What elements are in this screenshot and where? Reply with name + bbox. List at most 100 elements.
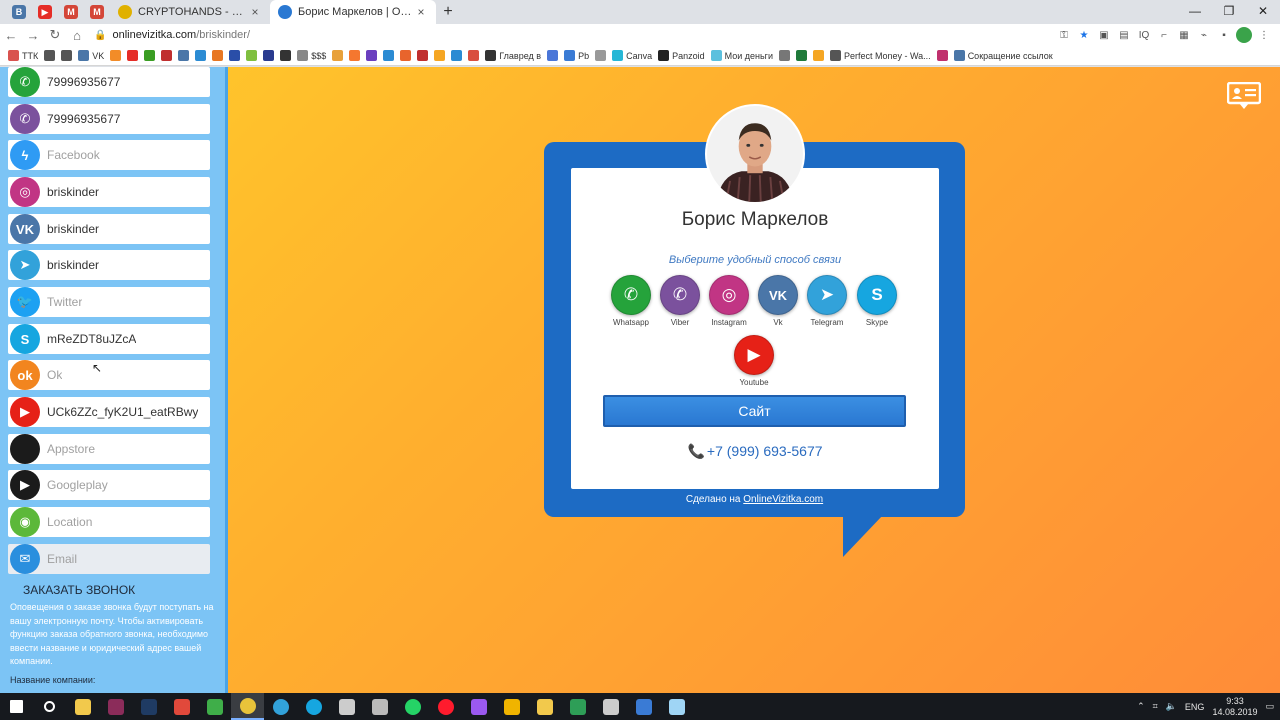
new-tab-button[interactable]: + <box>436 0 460 24</box>
pinned-tab[interactable]: ▶ <box>32 0 58 24</box>
taskbar-app[interactable] <box>165 693 198 720</box>
social-button-instagram[interactable]: ◎ Instagram <box>704 275 754 327</box>
bookmark-item[interactable] <box>280 50 292 61</box>
back-button[interactable]: ← <box>0 24 22 46</box>
bookmark-item[interactable] <box>178 50 190 61</box>
order-call-title[interactable]: ЗАКАЗАТЬ ЗВОНОК <box>23 583 135 597</box>
extension-icon[interactable]: ▣ <box>1096 27 1112 43</box>
bookmark-item[interactable] <box>110 50 122 61</box>
bookmark-item[interactable]: VK <box>78 50 104 61</box>
bookmark-item[interactable] <box>778 50 790 61</box>
bookmark-item[interactable] <box>468 50 480 61</box>
bookmark-item[interactable] <box>246 50 258 61</box>
bookmark-item[interactable] <box>144 50 156 61</box>
chat-icon[interactable] <box>1227 82 1261 110</box>
taskbar-app[interactable] <box>0 693 33 720</box>
bookmark-item[interactable] <box>383 50 395 61</box>
extension-icon[interactable]: ▤ <box>1116 27 1132 43</box>
contact-field-messenger[interactable]: ϟ Facebook <box>8 140 210 170</box>
bookmark-item[interactable] <box>595 50 607 61</box>
bookmark-item[interactable] <box>263 50 275 61</box>
minimize-button[interactable]: — <box>1178 0 1212 22</box>
bookmark-item[interactable]: Pb <box>564 50 589 61</box>
bookmark-item[interactable]: Panzoid <box>658 50 705 61</box>
bookmark-item[interactable] <box>366 50 378 61</box>
bookmark-item[interactable]: Главред в <box>485 50 541 61</box>
taskbar-app[interactable] <box>528 693 561 720</box>
bookmark-item[interactable] <box>400 50 412 61</box>
bookmark-item[interactable] <box>332 50 344 61</box>
taskbar-app[interactable] <box>66 693 99 720</box>
bookmark-item[interactable] <box>417 50 429 61</box>
pinned-tab[interactable]: M <box>84 0 110 24</box>
bookmark-item[interactable]: ТТК <box>8 50 38 61</box>
taskbar-app[interactable] <box>594 693 627 720</box>
taskbar-app[interactable] <box>561 693 594 720</box>
bookmark-item[interactable]: Canva <box>612 50 652 61</box>
forward-button[interactable]: → <box>22 24 44 46</box>
social-button-viber[interactable]: ✆ Viber <box>655 275 705 327</box>
address-bar[interactable]: 🔒 onlinevizitka.com/briskinder/ <box>88 25 1056 45</box>
contact-field-googleplay[interactable]: ▶ Googleplay <box>8 470 210 500</box>
contact-field-instagram[interactable]: ◎ briskinder <box>8 177 210 207</box>
bookmark-star-icon[interactable]: ★ <box>1076 27 1092 43</box>
pinned-tab[interactable]: В <box>6 0 32 24</box>
key-icon[interactable]: ⚿ <box>1056 27 1072 43</box>
bookmark-item[interactable] <box>195 50 207 61</box>
taskbar-app[interactable] <box>33 693 66 720</box>
contact-field-skype[interactable]: SmReZDT8uJZcA <box>8 324 210 354</box>
bookmark-item[interactable] <box>44 50 56 61</box>
bookmark-item[interactable]: $$$ <box>297 50 326 61</box>
site-button[interactable]: Сайт <box>603 395 906 427</box>
made-by-link[interactable]: OnlineVizitka.com <box>743 494 823 505</box>
social-button-vk[interactable]: VK Vk <box>753 275 803 327</box>
contact-field-whatsapp[interactable]: ✆ 79996935677 <box>8 67 210 97</box>
bookmark-item[interactable] <box>812 50 824 61</box>
menu-icon[interactable]: ⋮ <box>1256 27 1272 43</box>
bookmark-item[interactable]: Мои деньги <box>710 50 773 61</box>
bookmark-item[interactable]: Сокращение ссылок <box>953 50 1053 61</box>
extension-icon[interactable]: ▦ <box>1176 27 1192 43</box>
bookmark-item[interactable] <box>936 50 948 61</box>
notification-icon[interactable]: ▭ <box>1265 701 1274 712</box>
bookmark-item[interactable]: Perfect Money - Wa... <box>829 50 931 61</box>
taskbar-app[interactable] <box>198 693 231 720</box>
taskbar-app[interactable] <box>627 693 660 720</box>
bookmark-item[interactable] <box>451 50 463 61</box>
taskbar-app[interactable] <box>99 693 132 720</box>
social-button-telegram[interactable]: ➤ Telegram <box>802 275 852 327</box>
bookmark-item[interactable] <box>127 50 139 61</box>
bookmark-item[interactable] <box>547 50 559 61</box>
contact-field-twitter[interactable]: 🐦 Twitter <box>8 287 210 317</box>
bookmark-item[interactable] <box>212 50 224 61</box>
phone-link[interactable]: 📞 +7 (999) 693-5677 <box>571 443 939 460</box>
bookmark-item[interactable] <box>61 50 73 61</box>
restore-button[interactable]: ❐ <box>1212 0 1246 22</box>
contact-field-ok[interactable]: ok Ok <box>8 360 210 390</box>
contact-field-location[interactable]: ◉ Location <box>8 507 210 537</box>
extension-icon[interactable]: ▪ <box>1216 27 1232 43</box>
close-tab-icon[interactable]: × <box>248 5 262 19</box>
taskbar-app[interactable] <box>396 693 429 720</box>
home-button[interactable]: ⌂ <box>66 24 88 46</box>
taskbar-app[interactable] <box>297 693 330 720</box>
contact-field-apple[interactable]: Appstore <box>8 434 210 464</box>
bookmark-item[interactable] <box>161 50 173 61</box>
taskbar-app[interactable] <box>462 693 495 720</box>
network-icon[interactable]: ⌗ <box>1153 701 1158 712</box>
social-button-whatsapp[interactable]: ✆ Whatsapp <box>606 275 656 327</box>
reload-button[interactable]: ↻ <box>44 24 66 46</box>
browser-tab[interactable]: Борис Маркелов | Онлайн-Виз× <box>270 0 436 24</box>
social-button-skype[interactable]: S Skype <box>852 275 902 327</box>
taskbar-app[interactable] <box>231 693 264 720</box>
contact-field-email[interactable]: ✉ Email <box>8 544 210 574</box>
contact-field-telegram[interactable]: ➤ briskinder <box>8 250 210 280</box>
bookmark-item[interactable] <box>229 50 241 61</box>
taskbar-app[interactable] <box>132 693 165 720</box>
profile-avatar[interactable] <box>1236 27 1252 43</box>
bookmark-item[interactable] <box>795 50 807 61</box>
close-window-button[interactable]: ✕ <box>1246 0 1280 22</box>
social-button-youtube[interactable]: ▶ Youtube <box>729 335 779 387</box>
taskbar-app[interactable] <box>330 693 363 720</box>
browser-tab[interactable]: CRYPTOHANDS - Самый прост× <box>110 0 270 24</box>
